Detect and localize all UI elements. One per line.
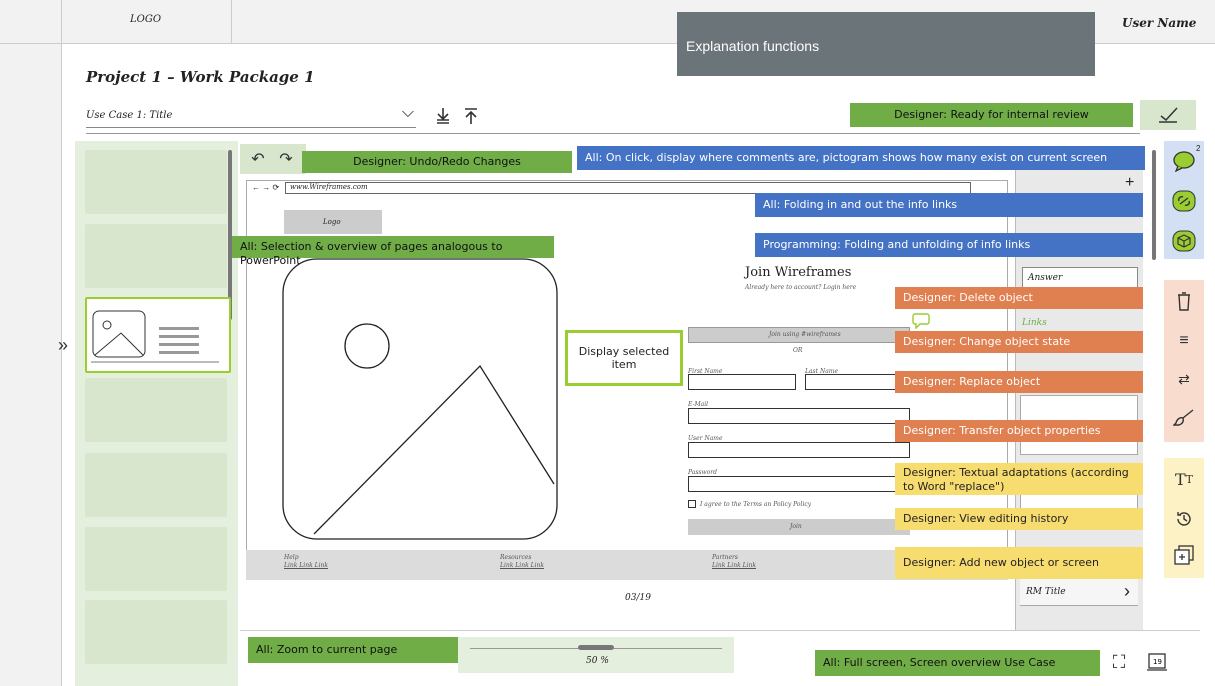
footer-resources: Resources xyxy=(500,554,532,561)
page-thumbnail-selected[interactable] xyxy=(85,297,231,373)
svg-text:19: 19 xyxy=(1153,658,1162,666)
add-new-annotation: Designer: Add new object or screen xyxy=(895,547,1143,579)
comments-annotation: All: On click, display where comments ar… xyxy=(577,146,1145,170)
zoom-slider-track xyxy=(458,637,734,673)
chevron-down-icon: ⌵ xyxy=(401,104,414,121)
answer-label: Answer xyxy=(1028,273,1063,283)
bottom-divider xyxy=(240,630,1200,631)
folding-annotation: All: Folding in and out the info links xyxy=(755,193,1143,217)
first-name-field[interactable] xyxy=(688,374,796,390)
undo-redo-annotation: Designer: Undo/Redo Changes xyxy=(302,151,572,173)
join-title: Join Wireframes xyxy=(745,265,852,280)
zoom-slider-thumb[interactable] xyxy=(578,645,614,650)
comment-marker-icon[interactable] xyxy=(912,313,930,329)
footer-partners-links[interactable]: Link Link Link xyxy=(712,562,756,569)
ready-review-annotation: Designer: Ready for internal review xyxy=(850,103,1133,127)
page-thumbnail[interactable] xyxy=(85,150,227,214)
agree-checkbox[interactable] xyxy=(688,500,696,508)
page-thumbnail[interactable] xyxy=(85,378,227,442)
footer-partners: Partners xyxy=(712,554,738,561)
programming-annotation: Programming: Folding and unfolding of in… xyxy=(755,233,1143,257)
approve-icon[interactable] xyxy=(1140,100,1196,130)
redo-icon[interactable]: ↷ xyxy=(276,148,296,170)
page-counter: 03/19 xyxy=(625,593,651,603)
page-thumbnail[interactable] xyxy=(85,453,227,517)
download-icon[interactable] xyxy=(432,104,454,128)
zoom-value: 50 % xyxy=(586,656,609,666)
undo-icon[interactable]: ↶ xyxy=(248,148,268,170)
mock-logo-text: Logo xyxy=(323,218,341,226)
top-left-cell xyxy=(0,0,62,44)
page-thumbnail[interactable] xyxy=(85,527,227,591)
fullscreen-icon[interactable]: ⛶ xyxy=(1105,648,1133,676)
trash-icon[interactable] xyxy=(1168,288,1200,314)
email-label: E-Mail xyxy=(688,401,709,408)
textual-annotation: Designer: Textual adaptations (according… xyxy=(895,463,1143,495)
username-field[interactable] xyxy=(688,442,910,458)
history-annotation: Designer: View editing history xyxy=(895,508,1143,530)
fullscreen-annotation: All: Full screen, Screen overview Use Ca… xyxy=(815,650,1100,676)
links-label: Links xyxy=(1022,318,1047,328)
join-button[interactable]: Join xyxy=(688,519,910,535)
or-label: OR xyxy=(793,347,803,354)
browser-nav-icons: ← → ⟳ xyxy=(252,183,280,192)
panel-scrollbar[interactable] xyxy=(1152,150,1156,260)
usecase-select[interactable]: Use Case 1: Title ⌵ xyxy=(86,104,416,128)
join-button-label: Join xyxy=(790,523,802,530)
app-logo[interactable]: LOGO xyxy=(130,14,161,25)
address-url: www.Wireframes.com xyxy=(290,183,368,191)
chevron-right-icon: › xyxy=(1124,581,1130,601)
header-divider xyxy=(86,133,1140,134)
image-placeholder[interactable] xyxy=(282,258,558,540)
rm-title-label: RM Title xyxy=(1026,587,1066,597)
replace-annotation: Designer: Replace object xyxy=(895,371,1143,393)
explanation-title: Explanation functions xyxy=(686,38,820,54)
answer-field[interactable]: Answer xyxy=(1022,267,1138,289)
footer-help-links[interactable]: Link Link Link xyxy=(284,562,328,569)
upload-icon[interactable] xyxy=(460,104,482,128)
password-label: Password xyxy=(688,469,717,476)
add-square-icon[interactable] xyxy=(1168,542,1200,568)
chain-link-icon[interactable] xyxy=(1168,186,1200,216)
display-selected-label: Display selected item xyxy=(578,345,670,371)
brush-icon[interactable] xyxy=(1168,404,1200,430)
sidebar-scrollbar[interactable] xyxy=(228,150,232,320)
page-thumbnail[interactable] xyxy=(85,224,227,288)
username-label: User Name xyxy=(688,435,723,442)
change-state-annotation: Designer: Change object state xyxy=(895,331,1143,353)
info-panel-add[interactable]: + xyxy=(1125,174,1134,192)
rm-title-row[interactable]: RM Title › xyxy=(1020,578,1138,606)
footer-resources-links[interactable]: Link Link Link xyxy=(500,562,544,569)
text-size-icon[interactable]: TT xyxy=(1168,466,1200,492)
mock-footer xyxy=(246,550,1008,580)
usecase-select-value: Use Case 1: Title xyxy=(86,110,173,121)
screen-overview-icon[interactable]: 19 xyxy=(1143,648,1171,676)
password-field[interactable] xyxy=(688,476,910,492)
user-name[interactable]: User Name xyxy=(1122,16,1196,30)
left-strip xyxy=(0,44,62,686)
swap-arrows-icon[interactable]: ⇄ xyxy=(1168,366,1200,392)
join-using-button[interactable]: Join using #wireframes xyxy=(688,327,910,343)
zoom-current-annotation: All: Zoom to current page xyxy=(248,637,458,663)
page-thumbnail[interactable] xyxy=(85,600,227,664)
list-icon[interactable]: ≡ xyxy=(1168,328,1200,354)
cube-icon[interactable] xyxy=(1168,226,1200,256)
email-field[interactable] xyxy=(688,408,910,424)
join-using-label: Join using #wireframes xyxy=(769,331,841,338)
history-icon[interactable] xyxy=(1168,506,1200,532)
join-subtitle: Already here to account? Login here xyxy=(745,284,857,291)
transfer-annotation: Designer: Transfer object properties xyxy=(895,420,1143,442)
agree-label: I agree to the Terms an Policy Policy xyxy=(700,501,812,508)
comment-count-badge: 2 xyxy=(1196,144,1201,153)
delete-annotation: Designer: Delete object xyxy=(895,287,1143,309)
expand-sidebar-icon[interactable]: » xyxy=(58,335,68,356)
project-title: Project 1 – Work Package 1 xyxy=(86,68,315,86)
footer-help: Help xyxy=(284,554,299,561)
selection-annotation: All: Selection & overview of pages analo… xyxy=(232,236,554,267)
